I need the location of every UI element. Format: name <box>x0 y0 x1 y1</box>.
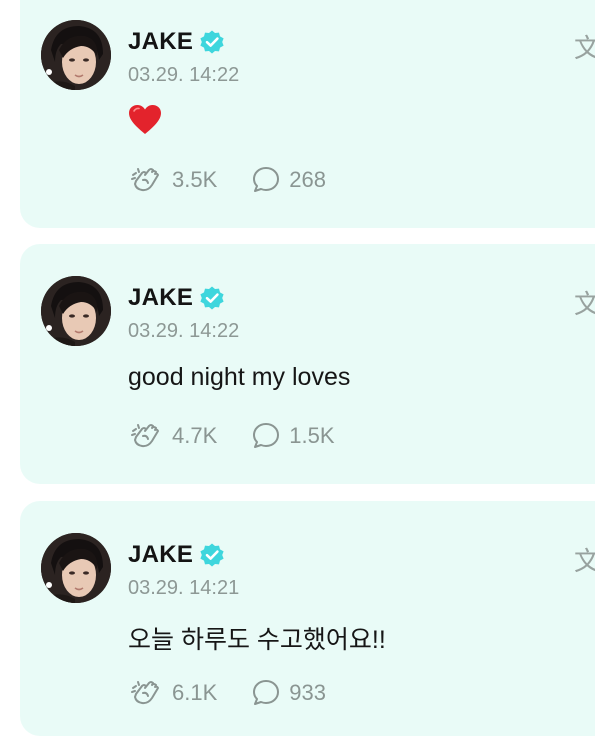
comment-count: 1.5K <box>289 423 335 448</box>
author-name-text: JAKE <box>128 541 194 568</box>
clapping-hand-icon <box>131 424 159 448</box>
translate-icon[interactable]: 文 <box>574 541 595 578</box>
post-feed: JAKE 03.29. 14:22 3.5K 268 文 JAKE 03.29.… <box>0 0 595 738</box>
author-name-text: JAKE <box>128 284 194 311</box>
like-count: 6.1K <box>172 680 218 705</box>
comment-count: 933 <box>289 680 326 705</box>
speech-bubble-icon <box>253 680 280 705</box>
like-button[interactable]: 3.5K <box>130 165 217 195</box>
speech-bubble-icon <box>253 423 280 448</box>
comment-count: 268 <box>289 167 326 192</box>
avatar[interactable] <box>41 276 111 346</box>
author-name-text: JAKE <box>128 28 194 55</box>
post-actions: 4.7K 1.5K <box>130 421 369 451</box>
author-name[interactable]: JAKE <box>128 284 225 312</box>
like-count: 4.7K <box>172 423 218 448</box>
comment-button[interactable]: 1.5K <box>251 421 335 451</box>
verified-badge-icon <box>199 542 225 568</box>
verified-badge-icon <box>199 29 225 55</box>
avatar[interactable] <box>41 533 111 603</box>
post-actions: 3.5K 268 <box>130 165 360 195</box>
post-content <box>128 104 162 143</box>
post-timestamp: 03.29. 14:22 <box>128 320 240 342</box>
translate-icon[interactable]: 文 <box>574 284 595 321</box>
comment-button[interactable]: 268 <box>251 165 326 195</box>
comment-button[interactable]: 933 <box>251 678 326 708</box>
clapping-hand-icon <box>131 681 159 705</box>
post-timestamp: 03.29. 14:22 <box>128 64 240 86</box>
clapping-hand-icon <box>131 168 159 192</box>
author-name[interactable]: JAKE <box>128 541 225 569</box>
avatar[interactable] <box>41 20 111 90</box>
post-content: good night my loves <box>128 363 351 391</box>
red-heart-icon <box>129 105 161 134</box>
post-timestamp: 03.29. 14:21 <box>128 577 240 599</box>
speech-bubble-icon <box>253 167 280 192</box>
post-card[interactable]: JAKE 03.29. 14:22 3.5K 268 文 <box>20 0 595 228</box>
post-card[interactable]: JAKE 03.29. 14:21 오늘 하루도 수고했어요!! 6.1K 93… <box>20 501 595 736</box>
post-actions: 6.1K 933 <box>130 678 360 708</box>
post-card[interactable]: JAKE 03.29. 14:22 good night my loves 4.… <box>20 244 595 484</box>
verified-badge-icon <box>199 285 225 311</box>
author-name[interactable]: JAKE <box>128 28 225 56</box>
like-button[interactable]: 4.7K <box>130 421 217 451</box>
translate-icon[interactable]: 文 <box>574 28 595 65</box>
like-count: 3.5K <box>172 167 218 192</box>
like-button[interactable]: 6.1K <box>130 678 217 708</box>
post-content: 오늘 하루도 수고했어요!! <box>128 626 386 654</box>
